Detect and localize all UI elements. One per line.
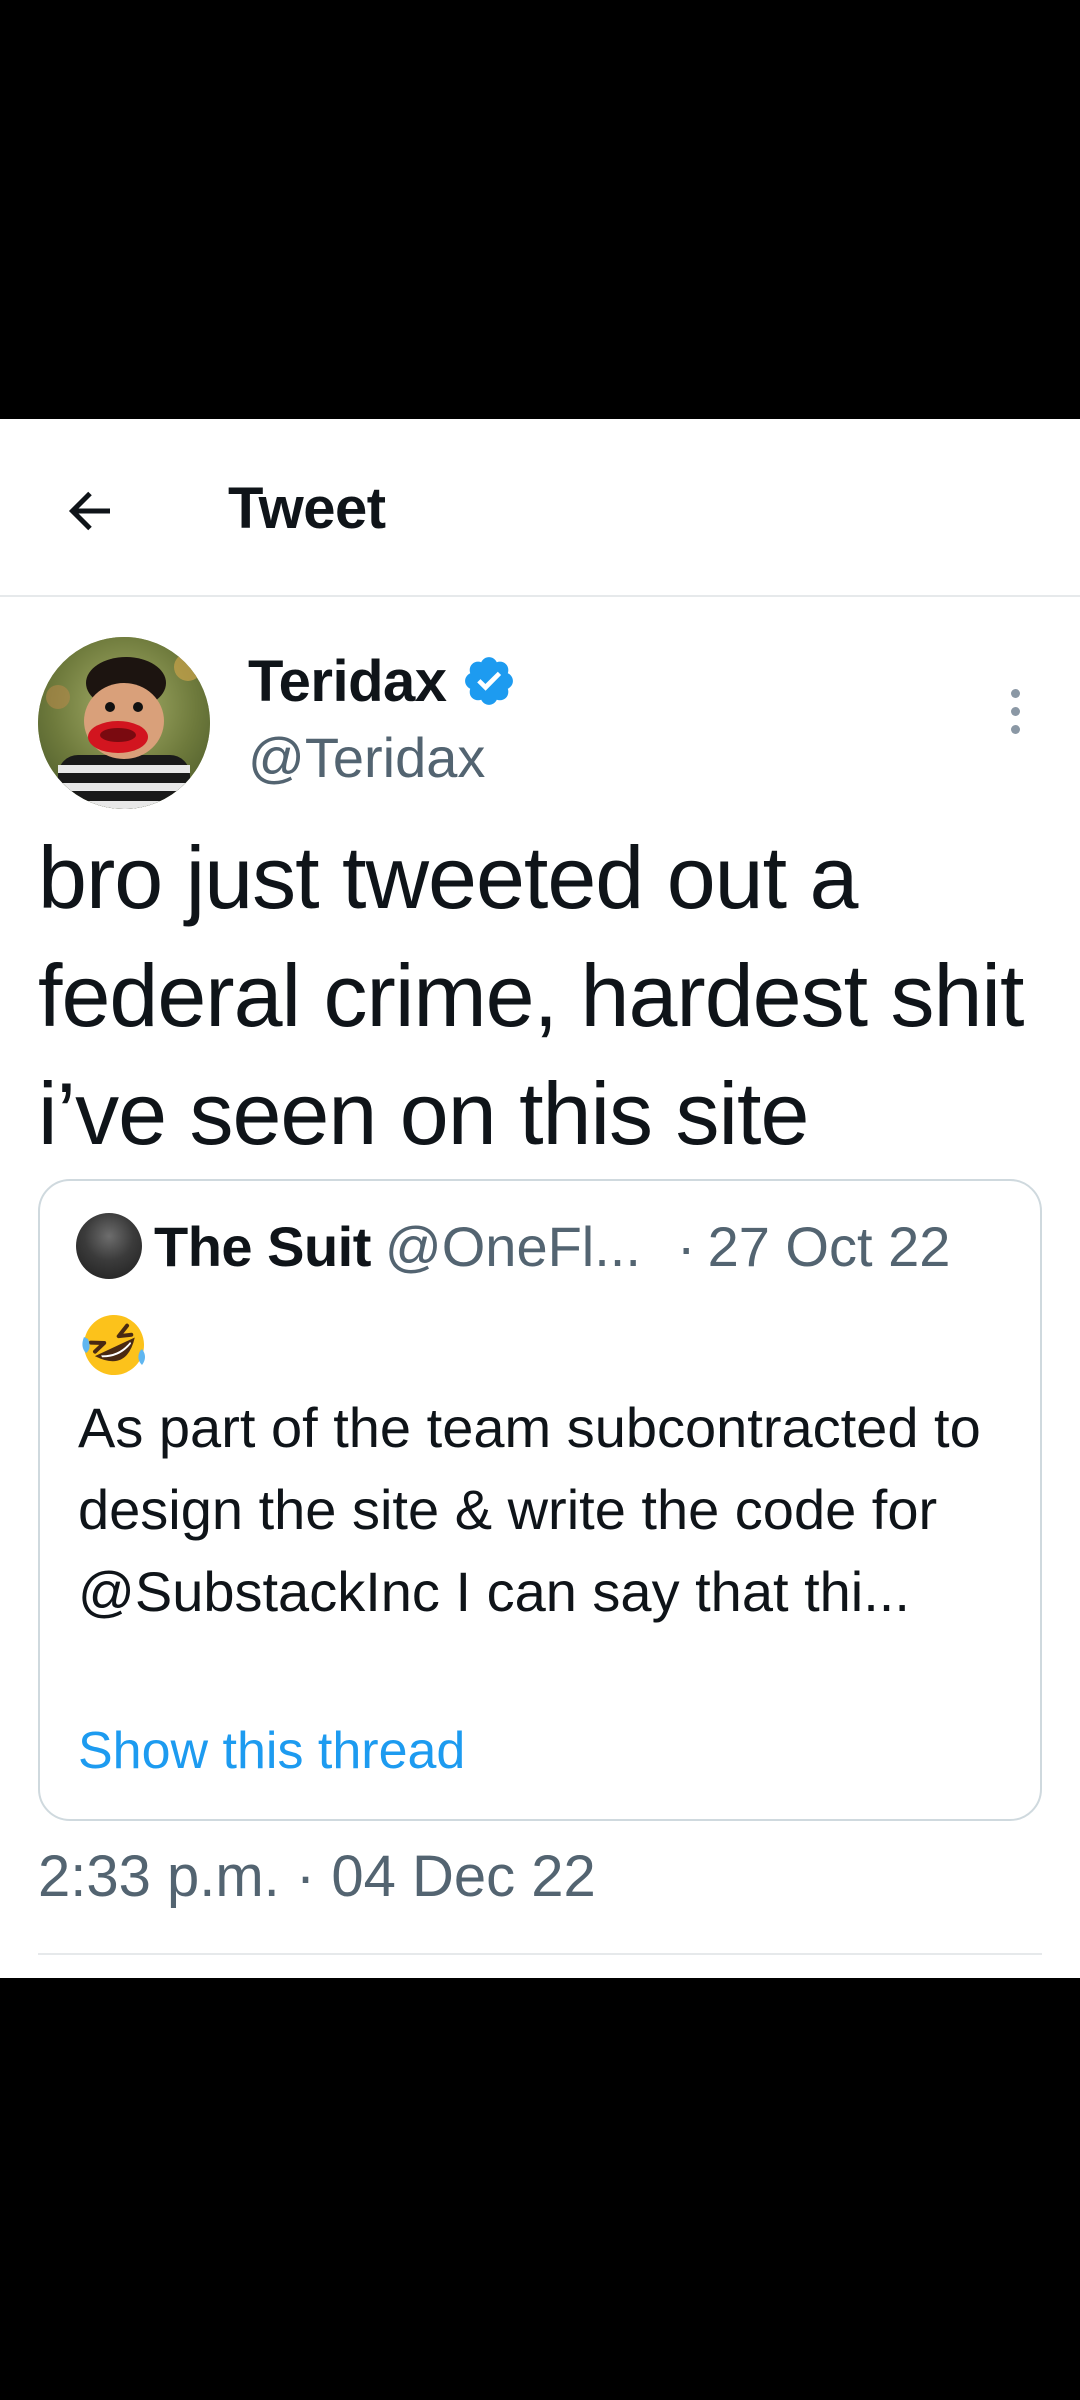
status-bar-area <box>0 0 1080 419</box>
quoted-tweet-header: The Suit @OneFl... · 27 Oct 22 <box>76 1211 1012 1281</box>
quoted-separator: · <box>676 1214 696 1278</box>
author-handle[interactable]: @Teridax <box>248 725 485 790</box>
page-title: Tweet <box>228 476 386 541</box>
rolling-on-floor-laughing-emoji-icon <box>82 1315 145 1375</box>
tweet-timestamp[interactable]: 2:33 p.m. · 04 Dec 22 <box>38 1843 596 1910</box>
author-avatar[interactable] <box>38 637 210 809</box>
divider <box>38 1953 1042 1955</box>
more-dot-icon <box>1010 688 1020 698</box>
puppet-avatar-image <box>38 637 210 809</box>
more-dot-icon <box>1010 706 1020 716</box>
quoted-author-handle: @OneFl... <box>384 1214 641 1278</box>
quoted-tweet-date: 27 Oct 22 <box>707 1214 951 1278</box>
author-name-row[interactable]: Teridax <box>248 641 517 721</box>
quoted-tweet-text: As part of the team subcontracted to des… <box>78 1396 981 1623</box>
tweet-screen: Tweet Teridax @Teridax bro just tweeted … <box>0 419 1080 1978</box>
quoted-author-avatar <box>76 1213 142 1279</box>
quoted-author-name: The Suit <box>154 1214 371 1278</box>
arrow-left-icon <box>68 491 110 531</box>
verified-badge-icon <box>464 657 513 705</box>
more-options-button[interactable] <box>990 663 1040 759</box>
show-thread-link[interactable]: Show this thread <box>78 1721 465 1781</box>
more-dot-icon <box>1010 724 1020 734</box>
bottom-black-area <box>0 1978 1080 2400</box>
tweet-header: Tweet <box>0 419 1080 597</box>
quoted-tweet-card[interactable]: The Suit @OneFl... · 27 Oct 22 As part o… <box>38 1179 1042 1821</box>
author-name: Teridax <box>248 648 447 714</box>
back-button[interactable] <box>50 471 130 551</box>
tweet-text: bro just tweeted out a federal crime, ha… <box>38 828 1024 1163</box>
